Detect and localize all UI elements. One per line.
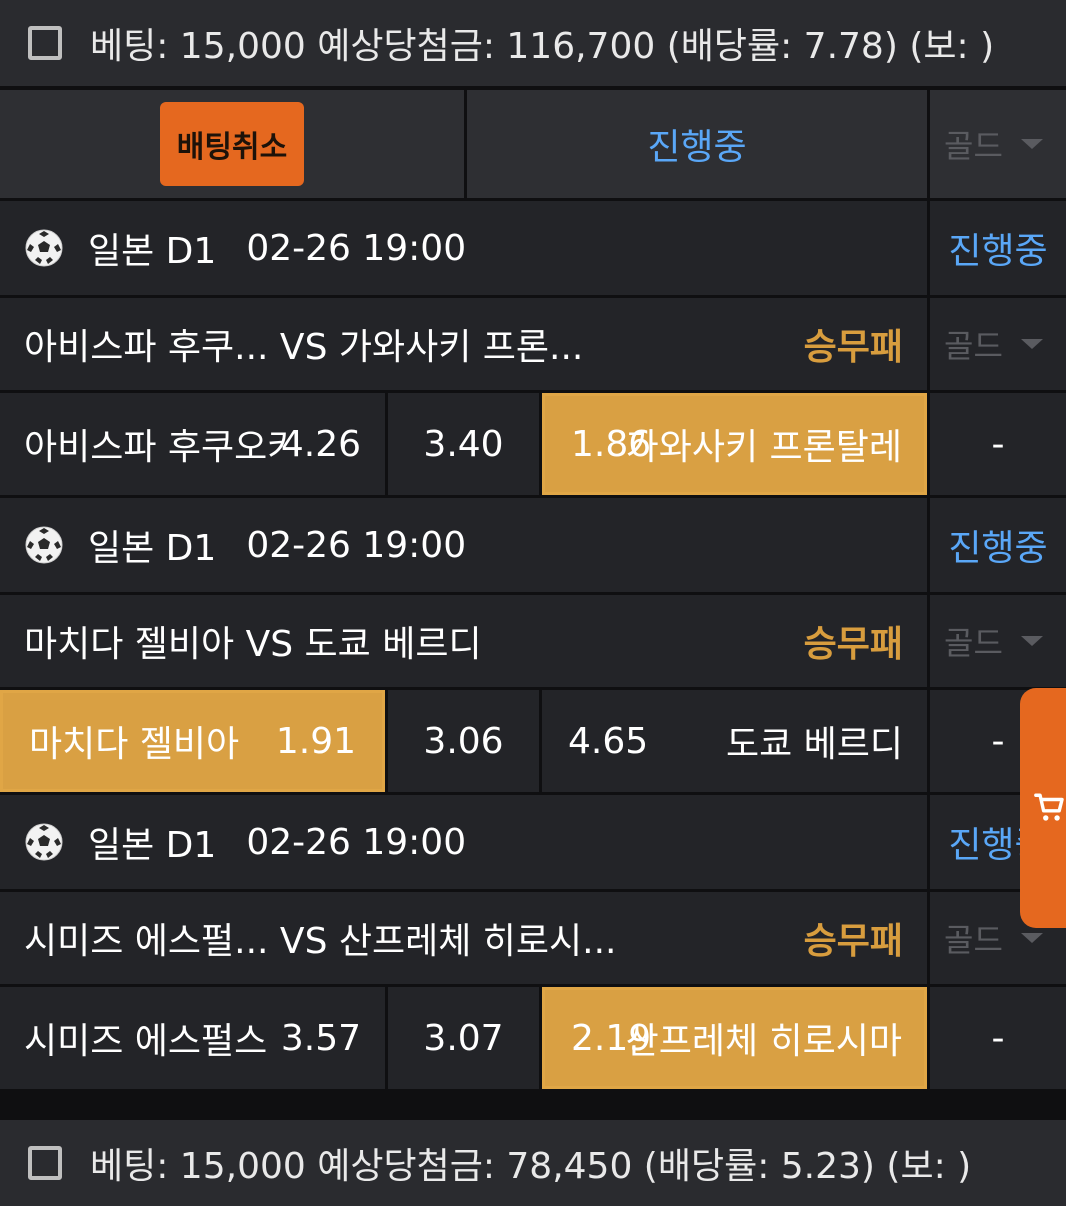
checkbox-icon[interactable] xyxy=(28,1146,62,1180)
match-teams-row: 아비스파 후쿠... VS 가와사키 프론... 승무패 골드 xyxy=(0,298,1066,390)
match-teams-row: 시미즈 에스펄... VS 산프레체 히로시... 승무패 골드 xyxy=(0,892,1066,984)
league-name: 일본 D1 xyxy=(88,825,217,866)
match-teams: 마치다 젤비아 VS 도쿄 베르디 xyxy=(24,624,482,665)
match-datetime: 02-26 19:00 xyxy=(246,227,467,269)
match-teams-row: 마치다 젤비아 VS 도쿄 베르디 승무패 골드 xyxy=(0,595,1066,687)
away-odd-button[interactable]: 1.86 가와사키 프론탈레 xyxy=(542,393,927,495)
odds-row: 시미즈 에스펄스 3.57 3.07 2.19 산프레체 히로시마 - xyxy=(0,987,1066,1089)
market-label: 승무패 xyxy=(803,921,903,962)
league-name: 일본 D1 xyxy=(88,231,217,272)
extra-odd: - xyxy=(991,720,1005,762)
match-datetime: 02-26 19:00 xyxy=(246,524,467,566)
home-odd-button[interactable]: 시미즈 에스펄스 3.57 xyxy=(0,987,385,1089)
match-teams: 아비스파 후쿠... VS 가와사키 프론... xyxy=(24,327,584,368)
match-header: 일본 D1 02-26 19:00 진행중 xyxy=(0,795,1066,889)
draw-odd-button[interactable]: 3.40 xyxy=(388,393,539,495)
bet-summary-text: 베팅: 15,000 예상당첨금: 116,700 (배당률: 7.78) (보… xyxy=(90,26,995,67)
status-label: 진행중 xyxy=(647,127,747,168)
draw-odd-button[interactable]: 3.06 xyxy=(388,690,539,792)
away-odd-button[interactable]: 2.19 산프레체 히로시마 xyxy=(542,987,927,1089)
soccer-ball-icon xyxy=(25,229,63,267)
gold-dropdown[interactable]: 골드 xyxy=(930,298,1066,390)
match-status: 진행중 xyxy=(948,231,1048,272)
soccer-ball-icon xyxy=(25,526,63,564)
extra-odd: - xyxy=(991,423,1005,465)
cancel-bet-button[interactable]: 배팅취소 xyxy=(160,102,304,186)
market-label: 승무패 xyxy=(803,624,903,665)
bet-summary-bottom: 베팅: 15,000 예상당첨금: 78,450 (배당률: 5.23) (보:… xyxy=(0,1120,1066,1206)
extra-odd: - xyxy=(991,1017,1005,1059)
cart-tab-button[interactable] xyxy=(1020,688,1066,928)
bet-summary-top: 베팅: 15,000 예상당첨금: 116,700 (배당률: 7.78) (보… xyxy=(0,0,1066,86)
odds-row: 마치다 젤비아 1.91 3.06 4.65 도쿄 베르디 - xyxy=(0,690,1066,792)
home-odd-button[interactable]: 아비스파 후쿠오카 4.26 xyxy=(0,393,385,495)
odds-row: 아비스파 후쿠오카 4.26 3.40 1.86 가와사키 프론탈레 - xyxy=(0,393,1066,495)
chevron-down-icon xyxy=(1020,339,1043,349)
bet-summary-text: 베팅: 15,000 예상당첨금: 78,450 (배당률: 5.23) (보:… xyxy=(90,1146,972,1187)
chevron-down-icon xyxy=(1020,636,1043,646)
market-label: 승무패 xyxy=(803,327,903,368)
home-odd-button[interactable]: 마치다 젤비아 1.91 xyxy=(0,690,385,792)
league-name: 일본 D1 xyxy=(88,528,217,569)
draw-odd-button[interactable]: 3.07 xyxy=(388,987,539,1089)
match-header: 일본 D1 02-26 19:00 진행중 xyxy=(0,201,1066,295)
match-header: 일본 D1 02-26 19:00 진행중 xyxy=(0,498,1066,592)
gold-dropdown[interactable]: 골드 xyxy=(930,90,1066,198)
match-status: 진행중 xyxy=(948,528,1048,569)
slip-header: 배팅취소 진행중 골드 xyxy=(0,90,1066,198)
chevron-down-icon xyxy=(1020,139,1043,149)
checkbox-icon[interactable] xyxy=(28,26,62,60)
chevron-down-icon xyxy=(1020,933,1043,943)
gold-dropdown[interactable]: 골드 xyxy=(930,595,1066,687)
away-odd-button[interactable]: 4.65 도쿄 베르디 xyxy=(542,690,927,792)
soccer-ball-icon xyxy=(25,823,63,861)
match-teams: 시미즈 에스펄... VS 산프레체 히로시... xyxy=(24,921,617,962)
shopping-cart-icon xyxy=(1034,793,1064,821)
match-datetime: 02-26 19:00 xyxy=(246,821,467,863)
